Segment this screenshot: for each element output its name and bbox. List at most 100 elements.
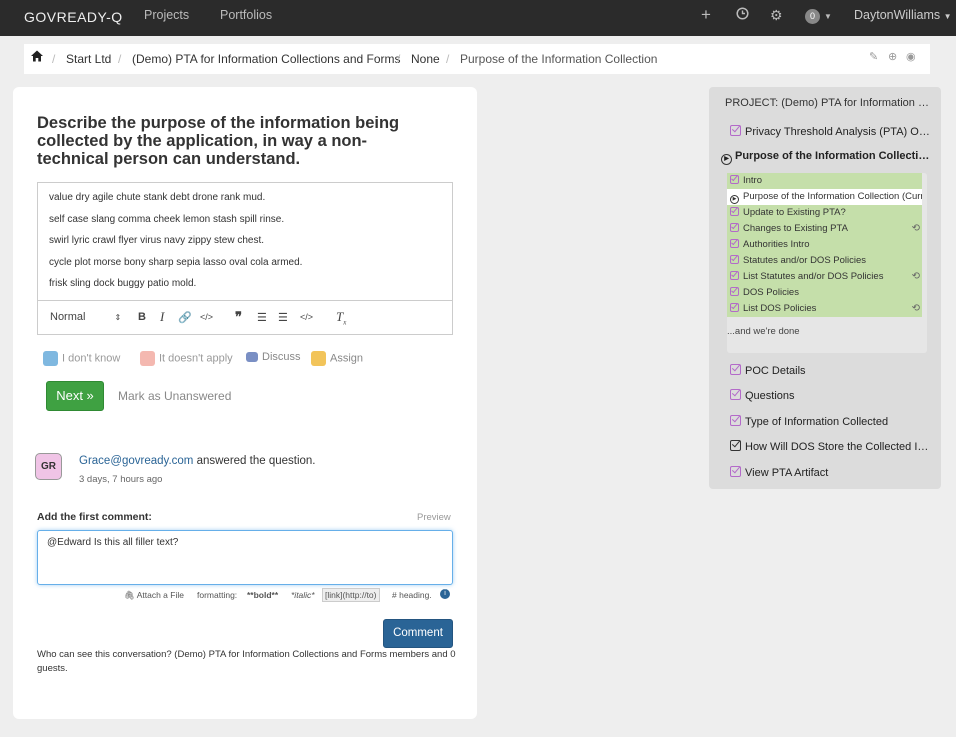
notification-badge[interactable]: 0 — [805, 9, 820, 24]
sub-item-intro[interactable]: Intro — [727, 173, 922, 189]
check-icon — [730, 364, 741, 375]
sub-item-statutes[interactable]: Statutes and/or DOS Policies — [727, 253, 922, 269]
user-menu[interactable]: DaytonWilliams ▼ — [854, 8, 952, 22]
answer-line: swirl lyric crawl flyer virus navy zippy… — [49, 235, 265, 246]
plus-circle-icon[interactable]: ⊕ — [888, 50, 897, 63]
formatting-label: formatting: — [197, 590, 238, 600]
pencil-icon[interactable]: ✎ — [869, 50, 878, 63]
check-icon — [730, 303, 739, 312]
comment-button[interactable]: Comment — [383, 619, 453, 648]
breadcrumb: / Start Ltd / (Demo) PTA for Information… — [24, 44, 930, 74]
breadcrumb-item[interactable]: Start Ltd — [66, 52, 111, 66]
brand-logo[interactable]: GOVREADY-Q — [24, 9, 123, 25]
sidebar-item-pta-overview[interactable]: Privacy Threshold Analysis (PTA) Overvie… — [730, 125, 930, 138]
gear-icon[interactable]: ⚙ — [770, 7, 783, 24]
comment-input[interactable] — [37, 530, 453, 585]
sidebar-item-pta-artifact[interactable]: View PTA Artifact — [730, 466, 930, 479]
attach-file-link[interactable]: 🖇 Attach a File — [124, 590, 184, 601]
link-icon[interactable]: 🔗 — [178, 311, 192, 324]
sub-item-list-statutes[interactable]: List Statutes and/or DOS Policies ⟲ — [727, 269, 922, 285]
format-link-hint: [link](http://to) — [322, 588, 380, 602]
top-navbar: GOVREADY-Q Projects Portfolios + ⚙ 0 ▼ D… — [0, 0, 956, 36]
sub-item-update-existing[interactable]: Update to Existing PTA? — [727, 205, 922, 221]
sub-item-label: Authorities Intro — [743, 239, 810, 250]
code-icon[interactable]: </> — [200, 312, 213, 322]
answer-line: frisk sling dock buggy patio mold. — [49, 278, 197, 289]
sidebar-item-purpose[interactable]: ▶ Purpose of the Information Collection — [721, 150, 931, 165]
comment-label: Add the first comment: — [37, 511, 152, 523]
nav-portfolios[interactable]: Portfolios — [220, 8, 272, 22]
sub-item-purpose-current[interactable]: ▶ Purpose of the Information Collection (… — [727, 189, 922, 205]
code-block-icon[interactable]: </> — [300, 312, 313, 322]
sidebar-item-poc-details[interactable]: POC Details — [730, 364, 930, 377]
loop-icon: ⟲ — [911, 271, 920, 282]
sub-item-label: List Statutes and/or DOS Policies — [743, 271, 884, 282]
check-icon — [730, 415, 741, 426]
sidebar-item-label: Purpose of the Information Collection — [735, 150, 931, 162]
loop-icon: ⟲ — [911, 303, 920, 314]
breadcrumb-item[interactable]: (Demo) PTA for Information Collections a… — [132, 52, 401, 66]
answer-line: value dry agile chute stank debt drone r… — [49, 192, 266, 203]
dont-know-button[interactable]: I don't know — [43, 351, 120, 366]
editor-content[interactable]: value dry agile chute stank debt drone r… — [38, 183, 452, 301]
sub-item-authorities-intro[interactable]: Authorities Intro — [727, 237, 922, 253]
done-text: ...and we're done — [727, 326, 800, 337]
check-icon — [730, 207, 739, 216]
assign-button[interactable]: Assign — [311, 351, 363, 366]
breadcrumb-item[interactable]: None — [411, 52, 440, 66]
edit-icon — [730, 440, 741, 451]
loop-icon: ⟲ — [911, 223, 920, 234]
user-link[interactable]: Grace@govready.com — [79, 455, 193, 467]
clear-format-icon[interactable]: Tx — [336, 309, 346, 327]
breadcrumb-separator: / — [52, 52, 56, 66]
preview-link[interactable]: Preview — [417, 512, 451, 523]
doesnt-apply-label: It doesn't apply — [159, 352, 233, 365]
ordered-list-icon[interactable]: ☰ — [278, 311, 288, 324]
sidebar-item-dos-store[interactable]: How Will DOS Store the Collected Informa… — [730, 440, 930, 453]
sub-item-label: Purpose of the Information Collection (C… — [743, 191, 922, 202]
sidebar-item-questions[interactable]: Questions — [730, 389, 930, 402]
speech-bubble-icon — [246, 352, 258, 363]
eye-icon[interactable]: ◉ — [906, 50, 916, 63]
home-icon[interactable] — [30, 49, 44, 66]
answered-time: 3 days, 7 hours ago — [79, 474, 163, 485]
nav-projects[interactable]: Projects — [144, 8, 189, 22]
progress-sidebar: PROJECT: (Demo) PTA for Information Coll… — [709, 87, 941, 489]
plus-icon[interactable]: + — [701, 5, 711, 25]
blockquote-icon[interactable]: ❞ — [235, 309, 242, 325]
bullet-list-icon[interactable]: ☰ — [257, 311, 267, 324]
answered-by: Grace@govready.com answered the question… — [79, 455, 316, 467]
bold-icon[interactable]: B — [138, 311, 146, 323]
check-icon — [730, 223, 739, 232]
next-button[interactable]: Next » — [46, 381, 104, 411]
sidebar-item-info-type[interactable]: Type of Information Collected — [730, 415, 930, 428]
check-icon — [730, 389, 741, 400]
subsection-list: Intro ▶ Purpose of the Information Collec… — [727, 173, 927, 353]
check-icon — [730, 125, 741, 136]
mark-unanswered-link[interactable]: Mark as Unanswered — [118, 389, 231, 403]
avatar: GR — [35, 453, 62, 480]
breadcrumb-separator: / — [397, 52, 401, 66]
sub-item-changes-existing[interactable]: Changes to Existing PTA ⟲ — [727, 221, 922, 237]
answer-line: cycle plot morse bony sharp sepia lasso … — [49, 256, 303, 268]
check-icon — [730, 255, 739, 264]
project-title[interactable]: PROJECT: (Demo) PTA for Information Coll… — [725, 97, 935, 109]
italic-icon[interactable]: I — [160, 309, 164, 325]
format-select[interactable]: Normal ⇕ — [50, 311, 121, 323]
format-italic-hint: *italic* — [291, 590, 315, 600]
chevron-down-icon[interactable]: ▼ — [824, 12, 832, 21]
check-icon — [730, 466, 741, 477]
discuss-label: Discuss — [262, 351, 301, 363]
format-heading-hint: # heading. — [392, 590, 432, 600]
info-icon[interactable]: i — [440, 589, 450, 599]
doesnt-apply-button[interactable]: It doesn't apply — [140, 351, 233, 366]
rich-text-editor[interactable]: value dry agile chute stank debt drone r… — [37, 182, 453, 335]
discuss-button[interactable]: Discuss — [246, 351, 301, 363]
sub-item-label: Update to Existing PTA? — [743, 207, 846, 218]
sub-item-label: DOS Policies — [743, 287, 799, 298]
sub-item-dos-policies[interactable]: DOS Policies — [727, 285, 922, 301]
sub-item-list-dos-policies[interactable]: List DOS Policies ⟲ — [727, 301, 922, 317]
sub-item-label: Changes to Existing PTA — [743, 223, 848, 234]
clock-icon[interactable] — [736, 7, 749, 23]
answer-line: self case slang comma cheek lemon stash … — [49, 213, 285, 225]
